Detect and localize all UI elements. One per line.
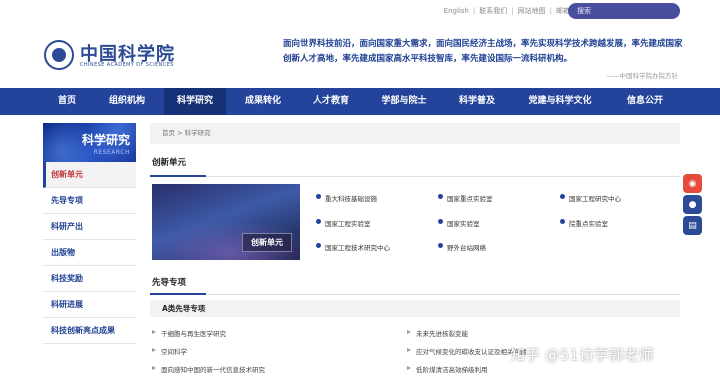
sidebar-item-publications[interactable]: 出版物 <box>43 240 136 266</box>
comment-icon[interactable]: ▤ <box>683 216 702 235</box>
sidebar-item-awards[interactable]: 科技奖励 <box>43 266 136 292</box>
sidebar-item-research-output[interactable]: 科研产出 <box>43 214 136 240</box>
main-nav: 首页 组织机构 科学研究 成果转化 人才教育 学部与院士 科学普及 党建与科学文… <box>0 88 720 115</box>
breadcrumb: 首页 > 科学研究 <box>150 123 680 144</box>
pilot-divider <box>150 293 680 295</box>
wechat-icon[interactable]: ● <box>683 195 702 214</box>
unit-link[interactable]: 国家工程技术研究中心 <box>316 242 390 252</box>
project-link[interactable]: 低阶煤清洁高效梯级利用 <box>405 364 488 374</box>
innovation-section-title: 创新单元 <box>152 158 187 168</box>
top-link-english[interactable]: English <box>444 7 469 15</box>
bullet-icon <box>560 194 565 199</box>
top-link-sitemap[interactable]: 网站地图 <box>518 6 546 16</box>
innovation-banner-image[interactable]: 创新单元 <box>152 184 300 260</box>
unit-link[interactable]: 国家实验室 <box>438 218 480 228</box>
top-strip: English | 联系我们 | 网站地图 | 邮箱 搜索 <box>0 0 720 24</box>
unit-link[interactable]: 院重点实验室 <box>560 218 608 228</box>
search-placeholder: 搜索 <box>577 7 591 15</box>
innovation-units-grid: 重大科技基础设施 国家重点实验室 国家工程研究中心 国家工程实验室 国家实验室 … <box>316 193 696 253</box>
nav-item-popularization[interactable]: 科学普及 <box>446 88 508 115</box>
project-link[interactable]: 面向感知中国的新一代信息技术研究 <box>150 364 265 374</box>
nav-item-organization[interactable]: 组织机构 <box>96 88 158 115</box>
logo-english-name: CHINESE ACADEMY OF SCIENCES <box>80 62 174 68</box>
unit-link[interactable]: 国家工程研究中心 <box>560 193 621 203</box>
page: English | 联系我们 | 网站地图 | 邮箱 搜索 中国科学院 CHINESE… <box>0 0 720 384</box>
bullet-icon <box>316 243 321 248</box>
nav-item-transfer[interactable]: 成果转化 <box>232 88 294 115</box>
sidebar-title-en: RESEARCH <box>93 149 130 156</box>
main-content: 首页 > 科学研究 创新单元 <box>150 123 680 176</box>
search-input[interactable]: 搜索 <box>568 3 680 19</box>
sidebar-title: 科学研究 <box>81 133 130 147</box>
innovation-divider <box>150 175 680 177</box>
sidebar-item-pilot-projects[interactable]: 先导专项 <box>43 188 136 214</box>
nav-item-party-culture[interactable]: 党建与科学文化 <box>514 88 606 115</box>
bullet-icon <box>316 194 321 199</box>
bullet-icon <box>438 219 443 224</box>
nav-item-academicians[interactable]: 学部与院士 <box>368 88 440 115</box>
slogan-source: ——中国科学院办院方针 <box>606 72 679 80</box>
bullet-icon <box>560 219 565 224</box>
banner-caption: 创新单元 <box>242 233 292 252</box>
watermark: 知乎 @51访学郭老师 <box>510 346 654 364</box>
unit-link[interactable]: 野外台站网络 <box>438 242 486 252</box>
weibo-icon[interactable]: ◉ <box>683 174 702 193</box>
top-link-contact[interactable]: 联系我们 <box>479 6 507 16</box>
pilot-subtitle: A类先导专项 <box>150 300 680 317</box>
sidebar-item-progress[interactable]: 科研进展 <box>43 292 136 318</box>
unit-link[interactable]: 国家重点实验室 <box>438 193 493 203</box>
nav-item-research[interactable]: 科学研究 <box>164 88 226 115</box>
nav-item-home[interactable]: 首页 <box>44 88 90 115</box>
project-link[interactable]: 应对气候变化的碳收支认证及相关问题 <box>405 346 527 356</box>
nav-item-disclosure[interactable]: 信息公开 <box>612 88 678 115</box>
project-link[interactable]: 未来先进核裂变能 <box>405 328 468 338</box>
slogan-text: 面向世界科技前沿，面向国家重大需求，面向国民经济主战场，率先实现科学技术跨越发展… <box>283 39 683 64</box>
top-links: English | 联系我们 | 网站地图 | 邮箱 <box>443 6 570 16</box>
bullet-icon <box>316 219 321 224</box>
cas-emblem-icon <box>44 40 74 70</box>
sidebar-item-highlights[interactable]: 科技创新亮点成果 <box>43 318 136 344</box>
project-link[interactable]: 干细胞与再生医学研究 <box>150 328 226 338</box>
sidebar-item-innovation-units[interactable]: 创新单元 <box>43 162 136 188</box>
nav-item-education[interactable]: 人才教育 <box>300 88 362 115</box>
unit-link[interactable]: 重大科技基础设施 <box>316 193 377 203</box>
project-link[interactable]: 空间科学 <box>150 346 187 356</box>
sidebar-header: 科学研究 RESEARCH <box>43 123 136 162</box>
bullet-icon <box>438 243 443 248</box>
bullet-icon <box>438 194 443 199</box>
cas-logo[interactable]: 中国科学院 CHINESE ACADEMY OF SCIENCES <box>44 40 184 72</box>
sidebar: 科学研究 RESEARCH 创新单元 先导专项 科研产出 出版物 科技奖励 科研… <box>43 123 136 344</box>
unit-link[interactable]: 国家工程实验室 <box>316 218 371 228</box>
